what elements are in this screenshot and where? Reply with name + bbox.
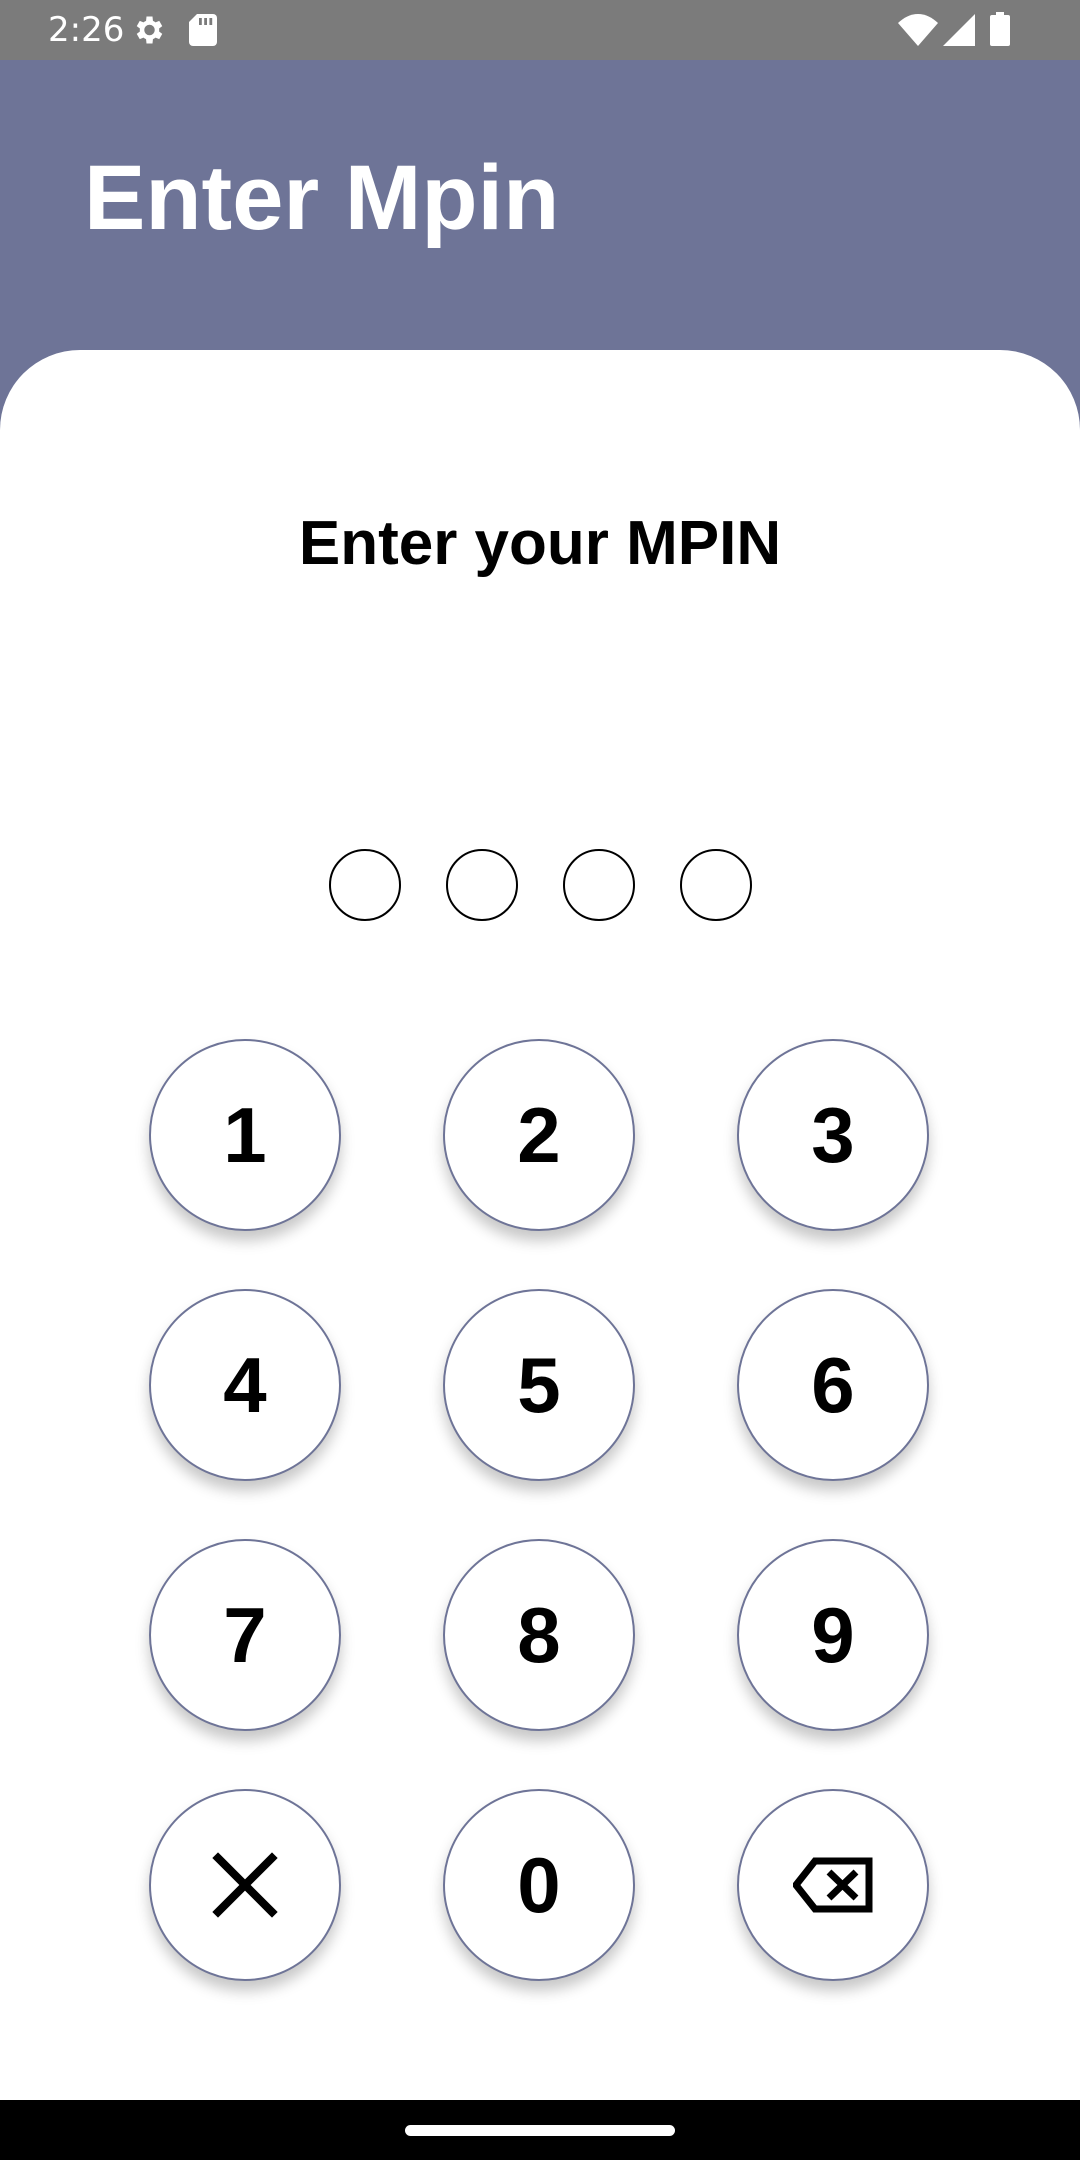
- key-9[interactable]: 9: [737, 1539, 929, 1731]
- key-6[interactable]: 6: [737, 1289, 929, 1481]
- key-7[interactable]: 7: [149, 1539, 341, 1731]
- navigation-bar: [0, 2100, 1080, 2160]
- mpin-card: Enter your MPIN 1 2 3 4 5 6 7 8 9 0: [0, 350, 1080, 2100]
- backspace-button[interactable]: [737, 1789, 929, 1981]
- home-handle[interactable]: [405, 2125, 675, 2136]
- battery-icon: [990, 12, 1010, 51]
- status-bar: 2:26: [0, 0, 1080, 60]
- key-0[interactable]: 0: [443, 1789, 635, 1981]
- close-icon: [212, 1852, 278, 1918]
- key-8[interactable]: 8: [443, 1539, 635, 1731]
- backspace-icon: [793, 1857, 873, 1913]
- gear-icon: [130, 12, 166, 53]
- sd-card-icon: [189, 14, 217, 51]
- key-4[interactable]: 4: [149, 1289, 341, 1481]
- status-time: 2:26: [48, 10, 125, 50]
- keypad: 1 2 3 4 5 6 7 8 9 0: [0, 350, 1080, 2100]
- wifi-icon: [898, 14, 938, 51]
- page-title: Enter Mpin: [84, 147, 560, 249]
- key-2[interactable]: 2: [443, 1039, 635, 1231]
- app-header: Enter Mpin: [0, 60, 1080, 400]
- signal-icon: [943, 14, 975, 51]
- key-5[interactable]: 5: [443, 1289, 635, 1481]
- key-1[interactable]: 1: [149, 1039, 341, 1231]
- clear-button[interactable]: [149, 1789, 341, 1981]
- key-3[interactable]: 3: [737, 1039, 929, 1231]
